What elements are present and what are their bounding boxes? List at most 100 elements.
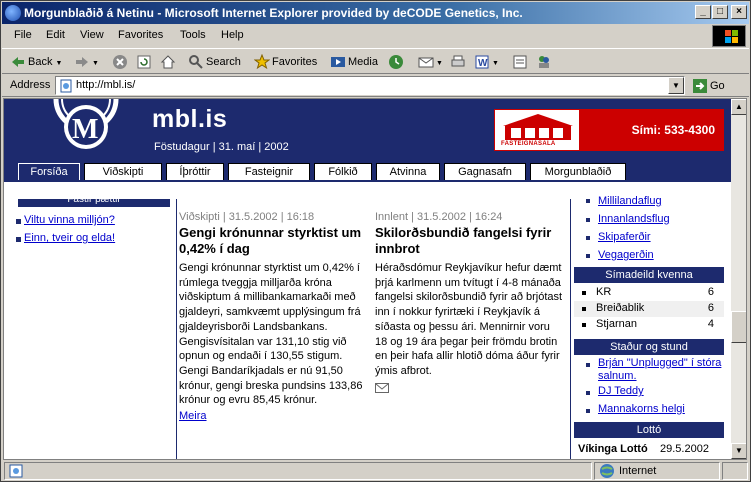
edit-button[interactable]: W ▼ (474, 53, 499, 71)
tab-morgunbladid[interactable]: Morgunblaðið (530, 163, 626, 180)
maximize-button[interactable]: □ (712, 5, 728, 19)
menu-file[interactable]: File (14, 29, 32, 41)
tab-fasteignir[interactable]: Fasteignir (228, 163, 310, 180)
column-divider (176, 199, 177, 459)
tab-ithrottir[interactable]: Íþróttir (166, 163, 224, 180)
ad-name: FASTEIGNASALA (501, 141, 556, 147)
history-button[interactable] (388, 53, 406, 71)
address-dropdown-button[interactable]: ▼ (668, 77, 684, 94)
favorites-button[interactable]: Favorites (253, 53, 317, 71)
forward-button[interactable]: ▼ (74, 53, 99, 71)
email-article-icon[interactable] (375, 382, 389, 393)
scroll-thumb[interactable] (731, 311, 746, 343)
menu-edit[interactable]: Edit (46, 29, 65, 41)
tab-gagnasafn[interactable]: Gagnasafn (444, 163, 526, 180)
media-button[interactable]: Media (330, 53, 378, 71)
standard-toolbar: Back ▼ ▼ Search Favorites Media ▼ W ▼ (2, 48, 749, 74)
event-link-2[interactable]: DJ Teddy (598, 385, 644, 397)
news-body: Héraðsdómur Reykjavíkur hefur dæmt þrjá … (375, 262, 563, 377)
site-date: Föstudagur | 31. maí | 2002 (154, 141, 289, 153)
search-button[interactable]: Search (188, 53, 241, 71)
link-skipaferdir[interactable]: Skipaferðir (598, 231, 651, 243)
window-title: Morgunblaðið á Netinu - Microsoft Intern… (24, 6, 523, 20)
discuss-icon (512, 54, 528, 70)
resize-grip[interactable] (722, 462, 748, 480)
menu-tools[interactable]: Tools (180, 29, 206, 41)
discuss-button[interactable] (512, 53, 530, 71)
address-bar: Address http://mbl.is/ ▼ Go (2, 75, 749, 97)
svg-text:W: W (478, 58, 488, 69)
address-input[interactable]: http://mbl.is/ ▼ (55, 76, 685, 95)
bullet-icon (586, 409, 590, 413)
tab-folkid[interactable]: Fólkið (314, 163, 372, 180)
menu-bar: File Edit View Favorites Tools Help (2, 26, 749, 46)
messenger-button[interactable] (536, 53, 554, 71)
minimize-button[interactable]: _ (695, 5, 711, 19)
link-innanlandsflug[interactable]: Innanlandsflug (598, 213, 670, 225)
link-millilandaflug[interactable]: Millilandaflug (598, 195, 662, 207)
ad-logo: FASTEIGNASALA (499, 112, 577, 148)
mbl-logo-icon[interactable]: M (42, 99, 130, 157)
bullet-icon (586, 236, 590, 240)
table-row: Stjarnan 4 (574, 317, 724, 333)
event-link-3[interactable]: Mannakorns helgi (598, 403, 685, 415)
table-row: Breiðablik 6 (574, 301, 724, 317)
mail-button[interactable]: ▼ (418, 53, 443, 71)
news-body: Gengi krónunnar styrktist um 0,42% í rúm… (179, 262, 363, 407)
forward-arrow-icon (74, 54, 90, 70)
left-link-1[interactable]: Viltu vinna milljón? (24, 214, 115, 226)
stop-button[interactable] (112, 53, 130, 71)
menu-view[interactable]: View (80, 29, 104, 41)
tab-forsida[interactable]: Forsíða (18, 163, 80, 180)
stop-icon (112, 54, 128, 70)
event-link-1[interactable]: Brján "Unplugged" í stóra salnum. (598, 357, 722, 383)
menu-favorites[interactable]: Favorites (118, 29, 163, 41)
close-button[interactable]: × (731, 5, 747, 19)
page-done-icon (8, 463, 24, 479)
league-title: Símadeild kvenna (574, 267, 724, 283)
bullet-icon (586, 218, 590, 222)
scroll-down-button[interactable]: ▼ (731, 443, 746, 459)
vertical-scrollbar[interactable]: ▲ ▼ (731, 99, 746, 459)
read-more-link[interactable]: Meira (179, 410, 207, 422)
lotto-title: Lottó (574, 422, 724, 438)
print-icon (450, 54, 466, 70)
page-viewport: M mbl.is Föstudagur | 31. maí | 2002 FAS… (3, 98, 747, 460)
bullet-icon (586, 363, 590, 367)
ad-phone: Sími: 533-4300 (579, 110, 723, 150)
back-button[interactable]: Back ▼ (10, 53, 62, 71)
site-header: M mbl.is Föstudagur | 31. maí | 2002 FAS… (4, 99, 731, 157)
browser-window: Morgunblaðið á Netinu - Microsoft Intern… (0, 0, 751, 482)
link-vegagerdin[interactable]: Vegagerðin (598, 249, 654, 261)
tab-vidskipti[interactable]: Viðskipti (84, 163, 162, 180)
internet-globe-icon (599, 463, 615, 479)
news-item-1: Viðskipti | 31.5.2002 | 16:18 Gengi krón… (179, 211, 369, 422)
bullet-icon (586, 391, 590, 395)
page-icon (59, 79, 75, 95)
news-headline[interactable]: Gengi krónunnar styrktist um 0,42% í dag (179, 225, 369, 257)
tab-atvinna[interactable]: Atvinna (376, 163, 440, 180)
events-title: Staður og stund (574, 339, 724, 355)
news-headline[interactable]: Skilorðsbundið fangelsi fyrir innbrot (375, 225, 565, 257)
svg-text:M: M (72, 114, 98, 145)
address-url: http://mbl.is/ (76, 79, 136, 91)
messenger-icon (536, 54, 552, 70)
back-arrow-icon (10, 54, 26, 70)
print-button[interactable] (450, 53, 468, 71)
refresh-icon (136, 54, 152, 70)
media-icon (330, 54, 346, 70)
scroll-up-button[interactable]: ▲ (731, 99, 746, 115)
go-button[interactable]: Go (692, 78, 725, 94)
bullet-icon (16, 219, 21, 224)
favorites-star-icon (253, 53, 271, 70)
menu-help[interactable]: Help (221, 29, 244, 41)
home-button[interactable] (160, 53, 178, 71)
refresh-button[interactable] (136, 53, 154, 71)
site-name: mbl.is (152, 105, 228, 133)
word-edit-icon: W (474, 54, 490, 70)
left-box-title: Fastir þættir (18, 199, 170, 207)
left-link-2[interactable]: Einn, tveir og elda! (24, 232, 115, 244)
advertisement-banner[interactable]: FASTEIGNASALA Sími: 533-4300 (494, 109, 724, 151)
section-tabs: Forsíða Viðskipti Íþróttir Fasteignir Fó… (4, 157, 731, 182)
table-row: KR 6 (574, 285, 724, 301)
